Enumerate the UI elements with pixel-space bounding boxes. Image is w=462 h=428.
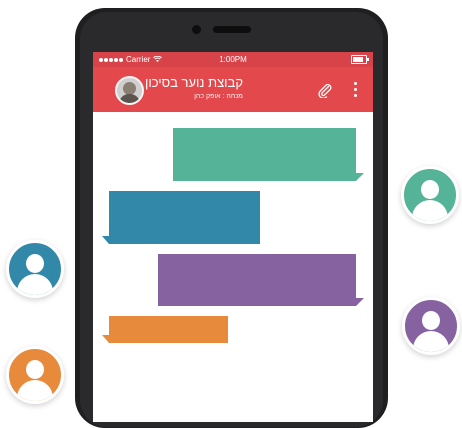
message-bubble-incoming[interactable]	[109, 191, 260, 244]
battery-icon	[351, 55, 369, 64]
contact-avatar-purple[interactable]	[402, 297, 460, 355]
contact-avatar-green[interactable]	[401, 166, 459, 224]
contact-avatar-blue[interactable]	[6, 240, 64, 298]
user-icon	[422, 311, 440, 330]
chat-title[interactable]: קבוצת נוער בסיכון	[145, 75, 243, 90]
user-icon	[26, 360, 44, 379]
more-vertical-icon[interactable]	[352, 82, 358, 98]
chat-header: קבוצת נוער בסיכון מנחה : אופק כהן	[93, 67, 373, 112]
message-bubble-outgoing[interactable]	[158, 254, 356, 306]
bubble-tail	[102, 236, 109, 244]
bubble-tail	[102, 335, 109, 343]
message-bubble-incoming[interactable]	[109, 316, 228, 343]
contact-avatar-orange[interactable]	[6, 346, 64, 404]
phone-camera	[192, 25, 201, 34]
paperclip-icon[interactable]	[317, 82, 333, 98]
chat-subtitle: מנחה : אופק כהן	[194, 93, 243, 100]
status-time: 1:00PM	[219, 55, 247, 64]
user-icon	[421, 180, 439, 199]
user-icon	[26, 254, 44, 273]
message-bubble-outgoing[interactable]	[173, 128, 356, 181]
bubble-tail	[356, 173, 364, 181]
status-bar: Carrier 1:00PM	[93, 52, 373, 67]
phone-speaker	[213, 26, 251, 33]
phone-screen: Carrier 1:00PM קבוצת נוער בסיכון מנחה : …	[93, 52, 373, 422]
bubble-tail	[356, 298, 364, 306]
group-avatar[interactable]	[115, 76, 144, 105]
